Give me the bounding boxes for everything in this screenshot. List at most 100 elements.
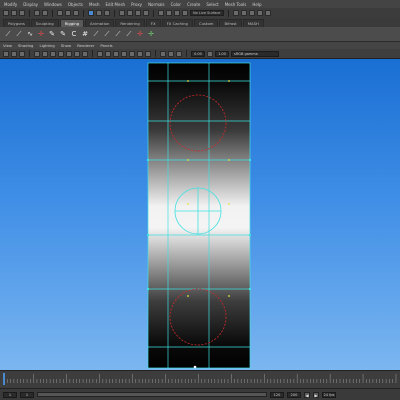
- bind-skin-icon[interactable]: ✎: [48, 30, 56, 38]
- tab-custom[interactable]: Custom: [193, 19, 219, 27]
- resolution-gate-button[interactable]: [50, 50, 56, 57]
- tab-animation[interactable]: Animation: [85, 19, 115, 27]
- open-scene-button[interactable]: [11, 10, 17, 16]
- panel-menu-view[interactable]: View: [3, 43, 12, 48]
- gamma-field[interactable]: 1.00: [215, 50, 229, 57]
- save-scene-button[interactable]: [19, 10, 25, 16]
- joint-tool-icon[interactable]: ⟋: [4, 30, 12, 38]
- smooth-shade-button[interactable]: [105, 50, 111, 57]
- start-frame-field[interactable]: 1: [3, 391, 17, 398]
- menu-item[interactable]: Create: [187, 2, 200, 7]
- panel-menu-panels[interactable]: Panels: [100, 43, 112, 48]
- history-button[interactable]: [158, 10, 164, 16]
- wrap-icon[interactable]: ⟋: [125, 30, 133, 38]
- wireframe-on-shaded-button[interactable]: [121, 50, 127, 57]
- menu-item[interactable]: Objects: [68, 2, 83, 7]
- textured-button[interactable]: [129, 50, 135, 57]
- menu-item[interactable]: Proxy: [131, 2, 142, 7]
- play-back-button[interactable]: ◀: [304, 391, 310, 398]
- tab-bifrost[interactable]: Bifrost: [219, 19, 242, 27]
- sculpt-deformer-icon[interactable]: ⟋: [114, 30, 122, 38]
- select-hierarchy-button[interactable]: [57, 10, 63, 16]
- aim-constraint-icon[interactable]: ✛: [147, 30, 155, 38]
- locator-icon[interactable]: ✛: [37, 30, 45, 38]
- panel-menu-shading[interactable]: Shading: [18, 43, 33, 48]
- gate-mask-button[interactable]: [58, 50, 64, 57]
- menu-item[interactable]: Help: [252, 2, 261, 7]
- menu-item[interactable]: Color: [171, 2, 181, 7]
- xray-button[interactable]: [160, 50, 166, 57]
- ipr-render-button[interactable]: [174, 10, 180, 16]
- menu-item[interactable]: Modify: [4, 2, 17, 7]
- lattice-icon[interactable]: #: [81, 30, 89, 38]
- menu-item[interactable]: Windows: [44, 2, 62, 7]
- wireframe-button[interactable]: [97, 50, 103, 57]
- bookmarks-button[interactable]: [11, 50, 17, 57]
- paint-select-button[interactable]: [104, 10, 110, 16]
- joint-circle-middle[interactable]: [174, 187, 222, 235]
- panel-menu-show[interactable]: Show: [61, 43, 71, 48]
- paint-weights-icon[interactable]: ✎: [59, 30, 67, 38]
- xray-joints-button[interactable]: [168, 50, 174, 57]
- undo-button[interactable]: [34, 10, 40, 16]
- redo-button[interactable]: [42, 10, 48, 16]
- play-forward-button[interactable]: ▶: [313, 391, 319, 398]
- current-frame-marker[interactable]: [3, 373, 5, 385]
- wire-icon[interactable]: ⟋: [103, 30, 111, 38]
- workspace-field[interactable]: No Live Surface: [190, 10, 224, 16]
- cluster-icon[interactable]: C: [70, 30, 78, 38]
- menu-item[interactable]: Edit Mesh: [106, 2, 126, 7]
- camera-attributes-button[interactable]: [3, 50, 9, 57]
- menu-item[interactable]: Select: [206, 2, 218, 7]
- blendshape-icon[interactable]: ⟋: [92, 30, 100, 38]
- point-constraint-icon[interactable]: ✛: [136, 30, 144, 38]
- panel-menu-lighting[interactable]: Lighting: [39, 43, 54, 48]
- range-slider[interactable]: [37, 392, 267, 397]
- menu-item[interactable]: Display: [23, 2, 38, 7]
- ik-handle-icon[interactable]: ⟋: [15, 30, 23, 38]
- gamma-button[interactable]: [207, 50, 213, 57]
- manipulator-icon[interactable]: [193, 365, 197, 369]
- range-end-field[interactable]: 120: [270, 391, 284, 398]
- use-all-lights-button[interactable]: [137, 50, 143, 57]
- image-plane-button[interactable]: [19, 50, 25, 57]
- isolate-select-button[interactable]: [176, 50, 182, 57]
- character-controls-button[interactable]: [241, 10, 247, 16]
- viewport[interactable]: [0, 59, 400, 370]
- ik-spline-icon[interactable]: ∿: [26, 30, 34, 38]
- shadows-button[interactable]: [145, 50, 151, 57]
- menu-item[interactable]: Normals: [148, 2, 165, 7]
- snap-grid-button[interactable]: [119, 10, 125, 16]
- tab-fx[interactable]: FX: [145, 19, 161, 27]
- channel-box-button[interactable]: [265, 10, 271, 16]
- default-material-button[interactable]: [113, 50, 119, 57]
- fps-field[interactable]: 24 fps: [322, 391, 336, 398]
- render-frame-button[interactable]: [166, 10, 172, 16]
- tab-fx-caching[interactable]: FX Caching: [161, 19, 193, 27]
- tab-polygons[interactable]: Polygons: [3, 19, 30, 27]
- menu-item[interactable]: Mesh Tools: [225, 2, 247, 7]
- select-object-button[interactable]: [65, 10, 71, 16]
- safe-title-button[interactable]: [82, 50, 88, 57]
- lasso-tool-button[interactable]: [96, 10, 102, 16]
- time-slider[interactable]: [0, 370, 400, 388]
- modeling-toolkit-button[interactable]: [233, 10, 239, 16]
- gradient-plane[interactable]: [148, 63, 250, 368]
- render-settings-button[interactable]: [182, 10, 188, 16]
- panel-menu-renderer[interactable]: Renderer: [77, 43, 94, 48]
- snap-curve-button[interactable]: [127, 10, 133, 16]
- field-chart-button[interactable]: [66, 50, 72, 57]
- exposure-field[interactable]: 0.00: [191, 50, 205, 57]
- menu-item[interactable]: Mesh: [89, 2, 100, 7]
- safe-action-button[interactable]: [74, 50, 80, 57]
- grid-toggle-button[interactable]: [34, 50, 40, 57]
- view-transform-select[interactable]: sRGB gamma: [231, 50, 279, 57]
- select-component-button[interactable]: [73, 10, 79, 16]
- end-frame-field[interactable]: 200: [287, 391, 301, 398]
- select-tool-button[interactable]: [88, 10, 94, 16]
- new-scene-button[interactable]: [3, 10, 9, 16]
- snap-point-button[interactable]: [135, 10, 141, 16]
- film-gate-button[interactable]: [42, 50, 48, 57]
- tab-sculpting[interactable]: Sculpting: [30, 19, 59, 27]
- tab-mash[interactable]: MASH: [242, 19, 264, 27]
